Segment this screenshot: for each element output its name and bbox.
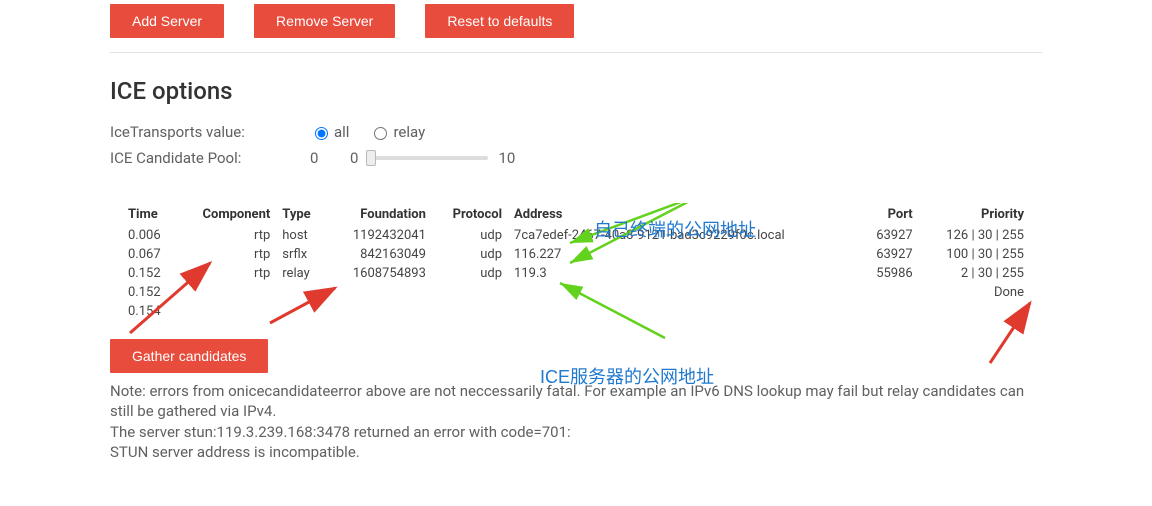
table-row: 0.006 rtp host 1192432041 udp 7ca7edef-2… — [122, 226, 1030, 245]
col-component: Component — [177, 203, 276, 226]
note-line-1: Note: errors from onicecandidateerror ab… — [110, 382, 1024, 420]
cell-address: 116.227 — [508, 245, 859, 264]
reset-defaults-button[interactable]: Reset to defaults — [425, 4, 574, 38]
cell-address: 7ca7edef-2467-40a3-9121-bad3c9229f0c.loc… — [508, 226, 859, 245]
col-foundation: Foundation — [326, 203, 431, 226]
table-header-row: Time Component Type Foundation Protocol … — [122, 203, 1030, 226]
ice-transports-all-radio[interactable]: all — [310, 123, 349, 141]
cell-time: 0.067 — [122, 245, 177, 264]
col-port: Port — [859, 203, 919, 226]
cell-time: 0.154 — [122, 302, 177, 321]
ice-transports-label: IceTransports value: — [110, 123, 310, 141]
server-button-row: Add Server Remove Server Reset to defaul… — [110, 0, 1042, 53]
table-row: 0.152 rtp relay 1608754893 udp 119.3 559… — [122, 264, 1030, 283]
cell-port: 55986 — [859, 264, 919, 283]
cell-time: 0.152 — [122, 264, 177, 283]
radio-all-input[interactable] — [315, 127, 328, 140]
ice-pool-max: 10 — [498, 149, 515, 167]
cell-component: rtp — [177, 226, 276, 245]
cell-protocol: udp — [432, 245, 508, 264]
cell-component — [177, 283, 276, 302]
col-priority: Priority — [919, 203, 1030, 226]
cell-time: 0.152 — [122, 283, 177, 302]
ice-transports-row: IceTransports value: all relay — [110, 123, 1042, 141]
col-address: Address — [508, 203, 859, 226]
cell-type: srflx — [276, 245, 326, 264]
cell-priority — [919, 302, 1030, 321]
radio-all-label: all — [334, 123, 349, 141]
gather-candidates-button[interactable]: Gather candidates — [110, 339, 268, 373]
col-protocol: Protocol — [432, 203, 508, 226]
col-type: Type — [276, 203, 326, 226]
cell-foundation — [326, 302, 431, 321]
table-row: 0.154 — [122, 302, 1030, 321]
cell-type — [276, 302, 326, 321]
ice-transports-relay-radio[interactable]: relay — [369, 123, 425, 141]
cell-protocol: udp — [432, 226, 508, 245]
cell-type: host — [276, 226, 326, 245]
cell-type — [276, 283, 326, 302]
candidates-table: Time Component Type Foundation Protocol … — [122, 203, 1030, 321]
table-row: 0.067 rtp srflx 842163049 udp 116.227 63… — [122, 245, 1030, 264]
cell-port — [859, 283, 919, 302]
cell-port: 63927 — [859, 245, 919, 264]
ice-pool-value: 0 — [310, 149, 350, 167]
cell-port: 63927 — [859, 226, 919, 245]
ice-pool-slider-thumb[interactable] — [366, 150, 376, 166]
note-line-3: STUN server address is incompatible. — [110, 443, 360, 461]
note-text: Note: errors from onicecandidateerror ab… — [110, 381, 1042, 462]
ice-pool-label: ICE Candidate Pool: — [110, 149, 310, 167]
cell-foundation: 1192432041 — [326, 226, 431, 245]
table-row: 0.152 Done — [122, 283, 1030, 302]
col-time: Time — [122, 203, 177, 226]
cell-priority: 100 | 30 | 255 — [919, 245, 1030, 264]
cell-address: 119.3 — [508, 264, 859, 283]
cell-component: rtp — [177, 245, 276, 264]
ice-candidate-pool-row: ICE Candidate Pool: 0 0 10 — [110, 149, 1042, 167]
cell-port — [859, 302, 919, 321]
ice-pool-slider[interactable] — [368, 156, 488, 160]
cell-foundation — [326, 283, 431, 302]
cell-priority: 126 | 30 | 255 — [919, 226, 1030, 245]
ice-options-heading: ICE options — [110, 77, 1042, 105]
candidates-table-wrap: Time Component Type Foundation Protocol … — [110, 203, 1042, 321]
cell-priority: 2 | 30 | 255 — [919, 264, 1030, 283]
ice-pool-min: 0 — [350, 149, 358, 167]
cell-address — [508, 283, 859, 302]
radio-relay-input[interactable] — [374, 127, 387, 140]
cell-protocol: udp — [432, 264, 508, 283]
cell-protocol — [432, 283, 508, 302]
remove-server-button[interactable]: Remove Server — [254, 4, 395, 38]
cell-component — [177, 302, 276, 321]
cell-address — [508, 302, 859, 321]
add-server-button[interactable]: Add Server — [110, 4, 224, 38]
cell-foundation: 842163049 — [326, 245, 431, 264]
cell-foundation: 1608754893 — [326, 264, 431, 283]
radio-relay-label: relay — [393, 123, 425, 141]
cell-protocol — [432, 302, 508, 321]
cell-priority: Done — [919, 283, 1030, 302]
cell-type: relay — [276, 264, 326, 283]
note-line-2: The server stun:119.3.239.168:3478 retur… — [110, 423, 571, 441]
cell-time: 0.006 — [122, 226, 177, 245]
candidates-tbody: 0.006 rtp host 1192432041 udp 7ca7edef-2… — [122, 226, 1030, 321]
cell-component: rtp — [177, 264, 276, 283]
